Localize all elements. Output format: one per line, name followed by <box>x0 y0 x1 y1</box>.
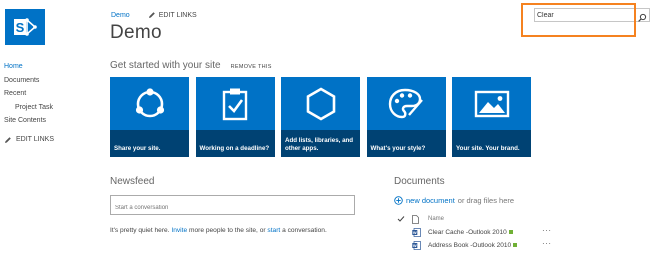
start-link[interactable]: start <box>267 227 280 234</box>
new-item-badge <box>508 230 513 235</box>
tile-deadline[interactable]: Working on a deadline? <box>195 77 275 157</box>
edit-links-top[interactable]: EDIT LINKS <box>148 11 197 19</box>
palette-icon <box>367 77 446 130</box>
new-item-badge <box>513 243 518 248</box>
file-name-text: Address Book -Outlook 2010 <box>428 242 512 249</box>
file-name[interactable]: Clear Cache -Outlook 2010 <box>428 229 513 236</box>
tile-label: Add lists, libraries, and other apps. <box>281 130 360 157</box>
drag-files-text: or drag files here <box>457 196 515 205</box>
nf-msg-text: It's pretty quiet here. <box>110 227 172 234</box>
promoted-tiles: Share your site. Working on a deadline? … <box>110 77 538 157</box>
documents-actions: new document or drag files here <box>394 196 514 205</box>
tile-label: What's your style? <box>366 130 446 157</box>
page-title: Demo <box>110 22 162 43</box>
svg-text:S: S <box>16 20 25 35</box>
get-started-title: Get started with your site <box>110 60 221 71</box>
edit-links-left[interactable]: EDIT LINKS <box>4 136 54 144</box>
documents-table: Name W Clear Cache -Outlook 2010 ··· W A… <box>394 213 614 252</box>
conversation-input[interactable] <box>111 199 354 217</box>
tile-label: Your site. Your brand. <box>452 130 531 157</box>
search-icon[interactable] <box>637 10 647 22</box>
nf-msg-text: a conversation. <box>280 227 327 234</box>
nf-msg-text: more people to the site, or <box>187 227 268 234</box>
svg-text:W: W <box>413 243 417 248</box>
more-options-button[interactable]: ··· <box>542 226 552 235</box>
conversation-box <box>110 195 355 217</box>
column-header-name[interactable]: Name <box>428 216 444 222</box>
more-options-button[interactable]: ··· <box>542 239 552 248</box>
remove-this-link[interactable]: REMOVE THIS <box>231 64 272 70</box>
table-header-row: Name <box>394 213 614 226</box>
top-nav: Demo EDIT LINKS <box>111 11 197 19</box>
newsfeed-title: Newsfeed <box>110 176 155 187</box>
word-doc-icon: W <box>412 241 421 252</box>
svg-text:W: W <box>413 230 417 235</box>
tile-share-site[interactable]: Share your site. <box>110 77 189 157</box>
newsfeed-message: It's pretty quiet here. Invite more peop… <box>110 227 327 234</box>
quick-launch: Home Documents Recent Project Task Site … <box>4 60 54 144</box>
ql-item-home[interactable]: Home <box>4 60 54 74</box>
tile-style[interactable]: What's your style? <box>366 77 446 157</box>
pencil-icon <box>148 12 155 18</box>
table-row[interactable]: W Address Book -Outlook 2010 ··· <box>394 239 614 252</box>
search-highlight-box <box>521 3 636 37</box>
ql-item-site-contents[interactable]: Site Contents <box>4 114 54 128</box>
tile-brand[interactable]: Your site. Your brand. <box>452 77 531 157</box>
plus-circle-icon[interactable] <box>394 196 403 205</box>
table-row[interactable]: W Clear Cache -Outlook 2010 ··· <box>394 226 614 239</box>
tile-label: Share your site. <box>110 130 189 157</box>
select-all-check-icon[interactable] <box>397 215 405 225</box>
invite-link[interactable]: Invite <box>171 227 187 234</box>
document-type-icon <box>412 215 419 226</box>
new-document-link[interactable]: new document <box>406 196 455 205</box>
tile-label: Working on a deadline? <box>195 130 275 157</box>
word-doc-icon: W <box>412 228 421 239</box>
clipboard-check-icon <box>196 77 275 130</box>
ql-item-documents[interactable]: Documents <box>4 74 54 88</box>
edit-links-label: EDIT LINKS <box>16 136 54 144</box>
share-icon <box>110 77 189 130</box>
documents-title: Documents <box>394 176 445 187</box>
ql-item-project-task[interactable]: Project Task <box>4 101 54 115</box>
file-name-text: Clear Cache -Outlook 2010 <box>428 229 507 236</box>
site-link-demo[interactable]: Demo <box>111 12 130 19</box>
image-icon <box>452 77 531 130</box>
hexagon-icon <box>281 77 360 130</box>
pencil-icon <box>5 137 11 143</box>
edit-links-label: EDIT LINKS <box>158 11 197 19</box>
sharepoint-logo[interactable]: S <box>5 9 45 45</box>
ql-item-recent[interactable]: Recent <box>4 87 54 101</box>
get-started-header: Get started with your site REMOVE THIS <box>110 60 272 71</box>
tile-add-apps[interactable]: Add lists, libraries, and other apps. <box>281 77 360 157</box>
file-name[interactable]: Address Book -Outlook 2010 <box>428 242 518 249</box>
